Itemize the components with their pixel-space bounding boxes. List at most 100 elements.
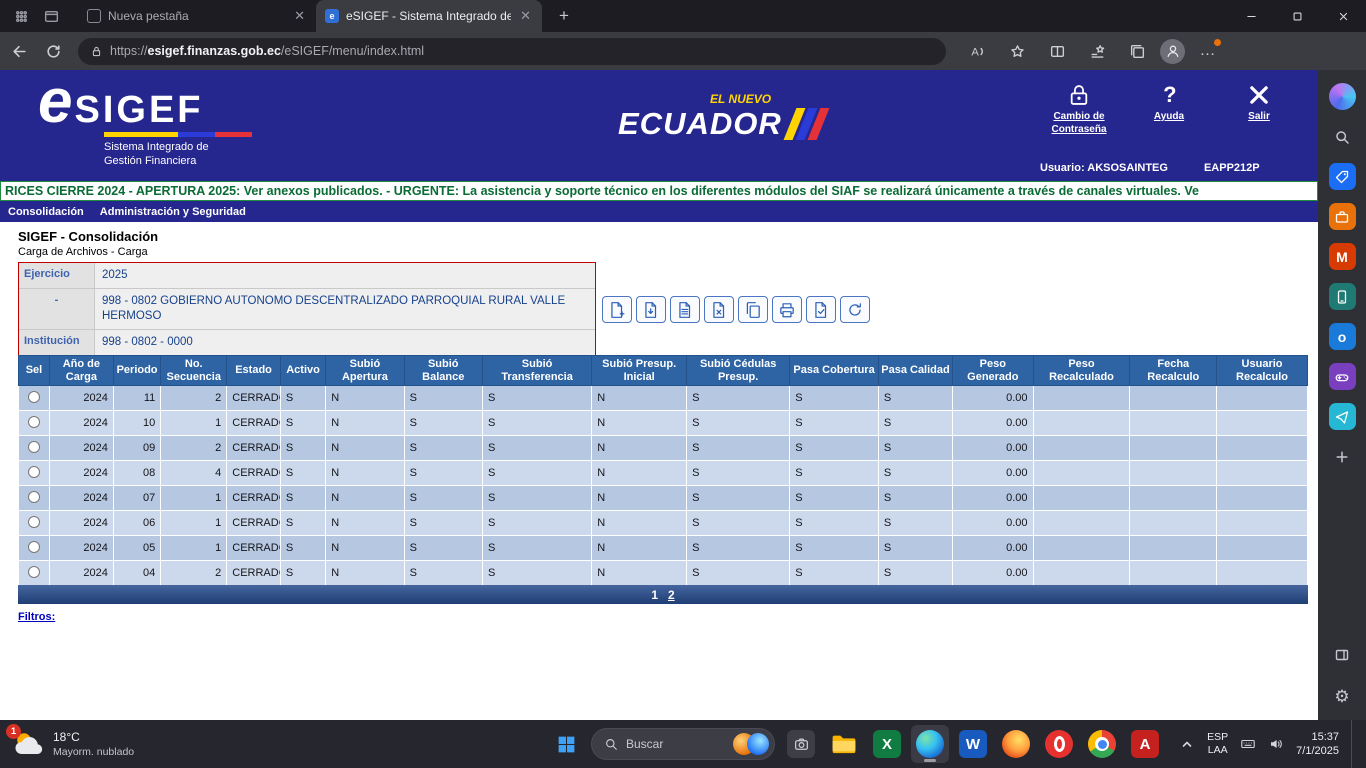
file-cancel-button[interactable] (704, 296, 734, 323)
row-select-radio[interactable] (28, 416, 40, 428)
search-icon[interactable] (1329, 123, 1356, 150)
reload-button[interactable] (38, 36, 68, 66)
form-row: Institución998 - 0802 - 0000 (19, 330, 595, 355)
outlook-icon[interactable]: o (1329, 323, 1356, 350)
filters-link[interactable]: Filtros: (18, 611, 55, 623)
taskbar-chrome[interactable] (1083, 725, 1121, 763)
volume-icon[interactable] (1268, 736, 1284, 752)
close-window-button[interactable] (1320, 0, 1366, 32)
cell: S (790, 486, 879, 511)
tray-overflow-icon[interactable] (1179, 736, 1195, 752)
read-aloud-icon[interactable]: A (962, 36, 992, 66)
games-icon[interactable] (1329, 363, 1356, 390)
exit-button[interactable]: Salir (1218, 82, 1300, 136)
shopping-icon[interactable] (1329, 163, 1356, 190)
sidebar-panel-icon[interactable] (1329, 641, 1356, 668)
cell (1130, 486, 1217, 511)
svg-text:A: A (971, 46, 979, 58)
exit-icon (1246, 82, 1272, 108)
tab-esigef[interactable]: e eSIGEF - Sistema Integrado de G ✕ (316, 0, 542, 32)
favorites-icon[interactable] (1082, 36, 1112, 66)
taskbar-excel[interactable]: X (868, 725, 906, 763)
taskbar-file-explorer[interactable] (825, 725, 863, 763)
phone-link-icon[interactable] (1329, 283, 1356, 310)
tab-title: eSIGEF - Sistema Integrado de G (346, 9, 511, 23)
taskbar: 1 18°C Mayorm. nublado Buscar X W A ESPLAA (0, 720, 1366, 768)
tools-icon[interactable] (1329, 203, 1356, 230)
taskbar-search[interactable]: Buscar (591, 728, 775, 760)
file-new-icon (608, 301, 626, 319)
workspaces-icon[interactable] (13, 8, 30, 25)
cell: S (482, 386, 591, 411)
maximize-button[interactable] (1274, 0, 1320, 32)
file-grid-button[interactable] (670, 296, 700, 323)
split-screen-icon[interactable] (1042, 36, 1072, 66)
print-button[interactable] (772, 296, 802, 323)
taskbar-opera[interactable] (1040, 725, 1078, 763)
start-button[interactable] (548, 726, 584, 762)
file-save-button[interactable] (636, 296, 666, 323)
menu-item-consolidacion[interactable]: Consolidación (8, 206, 84, 218)
file-check-button[interactable] (806, 296, 836, 323)
copilot-icon[interactable] (1329, 83, 1356, 110)
minimize-button[interactable] (1228, 0, 1274, 32)
cell: S (280, 561, 325, 586)
help-button[interactable]: ?Ayuda (1128, 82, 1210, 136)
drop-icon[interactable] (1329, 403, 1356, 430)
add-favorite-icon[interactable] (1002, 36, 1032, 66)
column-header-activo: Activo (280, 356, 325, 386)
cell: 2024 (49, 461, 113, 486)
cell: S (482, 511, 591, 536)
lock-icon[interactable] (90, 45, 103, 58)
column-header-estado: Estado (227, 356, 281, 386)
back-button[interactable] (4, 36, 34, 66)
taskbar-acrobat[interactable]: A (1126, 725, 1164, 763)
row-select-radio[interactable] (28, 516, 40, 528)
tab-close-icon[interactable]: ✕ (292, 8, 307, 24)
taskbar-edge[interactable] (911, 725, 949, 763)
refresh-button[interactable] (840, 296, 870, 323)
collections-icon[interactable] (1122, 36, 1152, 66)
new-tab-favicon (87, 9, 101, 23)
file-copy-button[interactable] (738, 296, 768, 323)
row-select-radio[interactable] (28, 491, 40, 503)
settings-icon[interactable]: ⚙ (1329, 683, 1356, 710)
cell: S (404, 511, 482, 536)
column-header-pasa-calidad: Pasa Calidad (878, 356, 952, 386)
language-indicator[interactable]: ESPLAA (1207, 731, 1228, 756)
cell: S (280, 511, 325, 536)
ecuador-stripes (790, 108, 823, 140)
column-header-periodo: Periodo (113, 356, 160, 386)
add-icon[interactable] (1329, 443, 1356, 470)
microsoft-365-icon[interactable]: M (1329, 243, 1356, 270)
menu-item-administracion-y-seguridad[interactable]: Administración y Seguridad (100, 206, 246, 218)
taskbar-snipping[interactable] (782, 725, 820, 763)
tab-nueva-pestana[interactable]: Nueva pestaña ✕ (78, 0, 316, 32)
row-select-radio[interactable] (28, 391, 40, 403)
row-select-radio[interactable] (28, 441, 40, 453)
tab-close-icon[interactable]: ✕ (518, 8, 533, 24)
temperature-label: 18°C (53, 730, 134, 746)
tab-title: Nueva pestaña (108, 9, 285, 23)
clock[interactable]: 15:377/1/2025 (1296, 730, 1339, 759)
row-select-radio[interactable] (28, 466, 40, 478)
show-desktop-button[interactable] (1351, 720, 1356, 768)
cell: S (404, 411, 482, 436)
form-label: Ejercicio (19, 263, 95, 288)
taskbar-firefox[interactable] (997, 725, 1035, 763)
cell: 0.00 (953, 536, 1033, 561)
profile-avatar[interactable] (1160, 39, 1185, 64)
new-tab-button[interactable]: + (552, 4, 576, 28)
address-bar[interactable]: https://esigef.finanzas.gob.ec/eSIGEF/me… (78, 38, 946, 65)
page-link-2[interactable]: 2 (668, 588, 675, 602)
row-select-radio[interactable] (28, 566, 40, 578)
file-new-button[interactable] (602, 296, 632, 323)
row-select-radio[interactable] (28, 541, 40, 553)
taskbar-word[interactable]: W (954, 725, 992, 763)
tab-actions-icon[interactable] (43, 8, 60, 25)
settings-more-button[interactable]: … (1193, 36, 1223, 66)
touch-keyboard-icon[interactable] (1240, 736, 1256, 752)
change-password-button[interactable]: Cambio de Contraseña (1038, 82, 1120, 136)
weather-widget[interactable]: 1 18°C Mayorm. nublado (0, 728, 190, 760)
search-highlights-icon (733, 733, 769, 755)
